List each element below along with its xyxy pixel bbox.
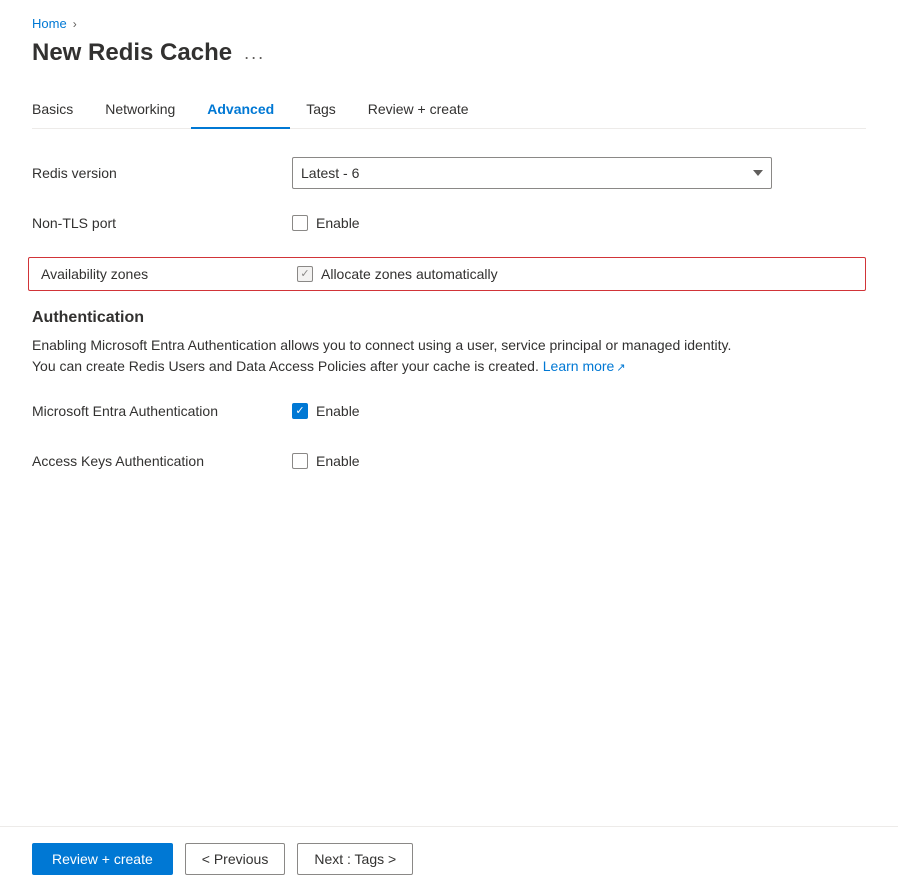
footer: Review + create < Previous Next : Tags > — [0, 826, 898, 891]
access-keys-control: Enable — [292, 453, 866, 469]
learn-more-label: Learn more — [543, 358, 615, 374]
main-content: Home › New Redis Cache ... Basics Networ… — [0, 0, 898, 826]
non-tls-checkbox[interactable] — [292, 215, 308, 231]
tab-advanced[interactable]: Advanced — [191, 91, 290, 129]
entra-auth-label: Microsoft Entra Authentication — [32, 403, 292, 419]
learn-more-link[interactable]: Learn more↗ — [543, 358, 626, 374]
availability-zones-checkmark: ✓ — [300, 269, 309, 280]
entra-auth-checkmark: ✓ — [295, 406, 304, 417]
entra-auth-row: Microsoft Entra Authentication ✓ Enable — [32, 395, 866, 427]
entra-auth-enable-label: Enable — [316, 403, 360, 419]
availability-zones-control: ✓ Allocate zones automatically — [297, 266, 853, 282]
redis-version-row: Redis version Latest - 6 — [32, 157, 866, 189]
access-keys-row: Access Keys Authentication Enable — [32, 445, 866, 477]
external-link-icon: ↗ — [616, 360, 625, 377]
previous-button[interactable]: < Previous — [185, 843, 286, 875]
authentication-title: Authentication — [32, 309, 866, 327]
tab-tags[interactable]: Tags — [290, 91, 352, 129]
access-keys-enable-label: Enable — [316, 453, 360, 469]
redis-version-label: Redis version — [32, 165, 292, 181]
page-container: Home › New Redis Cache ... Basics Networ… — [0, 0, 898, 891]
redis-version-control: Latest - 6 — [292, 157, 866, 189]
tab-bar: Basics Networking Advanced Tags Review +… — [32, 91, 866, 129]
availability-zones-label: Availability zones — [41, 266, 297, 282]
access-keys-checkbox[interactable] — [292, 453, 308, 469]
page-title: New Redis Cache — [32, 39, 232, 67]
page-ellipsis-menu[interactable]: ... — [244, 43, 265, 64]
redis-version-select[interactable]: Latest - 6 — [292, 157, 772, 189]
next-button[interactable]: Next : Tags > — [297, 843, 413, 875]
tab-networking[interactable]: Networking — [89, 91, 191, 129]
entra-auth-checkbox-row: ✓ Enable — [292, 403, 866, 419]
availability-zones-checkbox[interactable]: ✓ — [297, 266, 313, 282]
availability-zones-row: Availability zones ✓ Allocate zones auto… — [28, 257, 866, 291]
access-keys-label: Access Keys Authentication — [32, 453, 292, 469]
non-tls-checkbox-row: Enable — [292, 215, 866, 231]
auth-description-text: Enabling Microsoft Entra Authentication … — [32, 337, 731, 374]
non-tls-enable-label: Enable — [316, 215, 360, 231]
non-tls-row: Non-TLS port Enable — [32, 207, 866, 239]
authentication-description: Enabling Microsoft Entra Authentication … — [32, 335, 732, 377]
review-create-button[interactable]: Review + create — [32, 843, 173, 875]
non-tls-label: Non-TLS port — [32, 215, 292, 231]
access-keys-checkbox-row: Enable — [292, 453, 866, 469]
tab-basics[interactable]: Basics — [32, 91, 89, 129]
entra-auth-control: ✓ Enable — [292, 403, 866, 419]
tab-review-create[interactable]: Review + create — [352, 91, 485, 129]
breadcrumb-home-link[interactable]: Home — [32, 16, 67, 31]
non-tls-control: Enable — [292, 215, 866, 231]
entra-auth-checkbox[interactable]: ✓ — [292, 403, 308, 419]
breadcrumb-separator: › — [73, 17, 77, 31]
page-title-row: New Redis Cache ... — [32, 39, 866, 67]
availability-zones-checkbox-label: Allocate zones automatically — [321, 266, 498, 282]
availability-zones-checkbox-row: ✓ Allocate zones automatically — [297, 266, 853, 282]
breadcrumb: Home › — [32, 16, 866, 31]
